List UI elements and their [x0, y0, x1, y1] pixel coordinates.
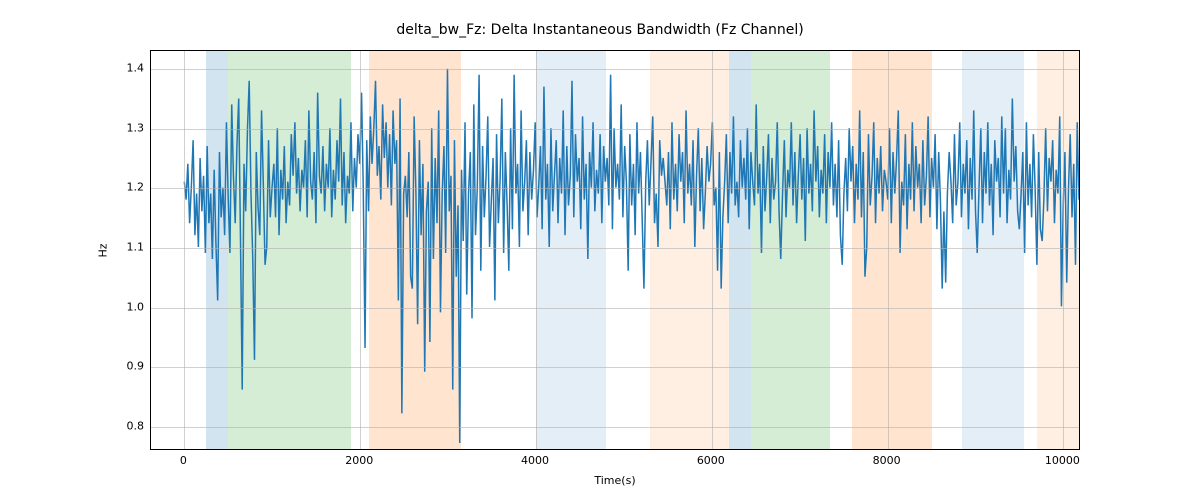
gridline-horizontal: [151, 427, 1079, 428]
gridline-vertical: [536, 51, 537, 449]
y-axis-label: Hz: [96, 50, 110, 450]
x-tick-label: 10000: [1045, 454, 1080, 467]
line-plot: [151, 51, 1079, 449]
gridline-horizontal: [151, 367, 1079, 368]
chart-title: delta_bw_Fz: Delta Instantaneous Bandwid…: [0, 22, 1200, 38]
x-tick-label: 4000: [521, 454, 549, 467]
x-tick-label: 6000: [697, 454, 725, 467]
gridline-vertical: [712, 51, 713, 449]
y-tick-label: 1.1: [120, 241, 144, 254]
y-tick-label: 1.0: [120, 300, 144, 313]
plot-area: [150, 50, 1080, 450]
x-tick-label: 8000: [873, 454, 901, 467]
gridline-vertical: [1063, 51, 1064, 449]
figure: delta_bw_Fz: Delta Instantaneous Bandwid…: [0, 0, 1200, 500]
gridline-horizontal: [151, 308, 1079, 309]
x-tick-label: 2000: [345, 454, 373, 467]
x-tick-label: 0: [180, 454, 187, 467]
y-tick-label: 1.3: [120, 121, 144, 134]
y-tick-label: 0.9: [120, 360, 144, 373]
gridline-horizontal: [151, 188, 1079, 189]
gridline-vertical: [888, 51, 889, 449]
y-tick-label: 1.4: [120, 61, 144, 74]
y-tick-label: 1.2: [120, 181, 144, 194]
gridline-horizontal: [151, 248, 1079, 249]
gridline-vertical: [184, 51, 185, 449]
gridline-vertical: [360, 51, 361, 449]
gridline-horizontal: [151, 69, 1079, 70]
y-tick-label: 0.8: [120, 420, 144, 433]
x-axis-label: Time(s): [150, 474, 1080, 487]
data-line: [184, 69, 1079, 443]
gridline-horizontal: [151, 129, 1079, 130]
